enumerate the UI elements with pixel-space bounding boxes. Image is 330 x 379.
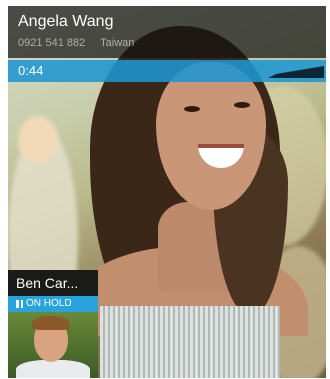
- photo-eye: [234, 102, 250, 108]
- call-status-bar: 0:44: [8, 60, 326, 82]
- photo-hair: [32, 316, 70, 330]
- background-blur: [18, 116, 58, 164]
- on-hold-badge: ON HOLD: [8, 296, 98, 312]
- held-caller-name: Ben Car...: [8, 270, 98, 296]
- on-hold-label: ON HOLD: [26, 298, 72, 309]
- signal-strength-icon: [268, 66, 324, 78]
- held-caller-photo: [8, 312, 98, 378]
- in-call-screen: Angela Wang 0921 541 882 Taiwan 0:44 Ben…: [8, 6, 326, 378]
- caller-info-bar: Angela Wang 0921 541 882 Taiwan: [8, 6, 326, 58]
- held-call-thumbnail[interactable]: Ben Car... ON HOLD: [8, 270, 98, 378]
- photo-eye: [184, 106, 200, 112]
- caller-name: Angela Wang: [18, 13, 114, 30]
- caller-phone-number: 0921 541 882: [18, 37, 86, 49]
- pause-icon: [16, 300, 23, 308]
- photo-dress: [100, 306, 280, 378]
- caller-number-line: 0921 541 882 Taiwan: [18, 37, 146, 49]
- call-duration: 0:44: [18, 63, 44, 78]
- caller-location: Taiwan: [100, 37, 135, 49]
- photo-shirt: [16, 360, 90, 378]
